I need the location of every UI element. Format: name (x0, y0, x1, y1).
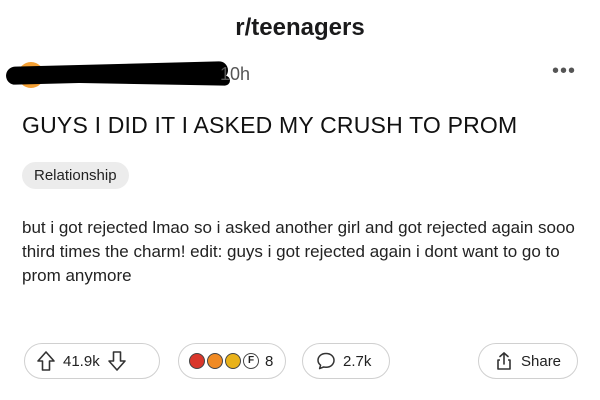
awards-button[interactable]: F 8 (178, 343, 286, 379)
action-bar: 41.9k F 8 2.7k Share (0, 343, 600, 383)
share-icon (493, 349, 515, 373)
upvote-icon[interactable] (35, 349, 57, 373)
award-count: 8 (265, 352, 274, 370)
share-button[interactable]: Share (478, 343, 578, 379)
vote-count: 41.9k (63, 352, 100, 370)
award-icons: F (189, 353, 259, 369)
vote-control: 41.9k (24, 343, 160, 379)
post-timestamp: 10h (220, 64, 251, 84)
post-screen: r/teenagers 10h ••• GUYS I DID IT I ASKE… (0, 0, 600, 400)
post-body: but i got rejected lmao so i asked anoth… (22, 218, 575, 285)
comment-count: 2.7k (343, 352, 372, 370)
flair-tag[interactable]: Relationship (22, 162, 129, 189)
redacted-username-mark (39, 72, 231, 86)
comments-button[interactable]: 2.7k (302, 343, 390, 379)
award-icon (189, 353, 205, 369)
comment-icon (315, 349, 337, 373)
post-meta: 10h ••• (0, 60, 600, 88)
award-icon: F (243, 353, 259, 369)
post-title: GUYS I DID IT I ASKED MY CRUSH TO PROM (22, 112, 518, 138)
downvote-icon[interactable] (106, 349, 128, 373)
award-icon (225, 353, 241, 369)
share-label: Share (521, 352, 562, 370)
subreddit-name[interactable]: r/teenagers (0, 14, 600, 42)
more-icon[interactable]: ••• (552, 60, 576, 83)
award-icon (207, 353, 223, 369)
